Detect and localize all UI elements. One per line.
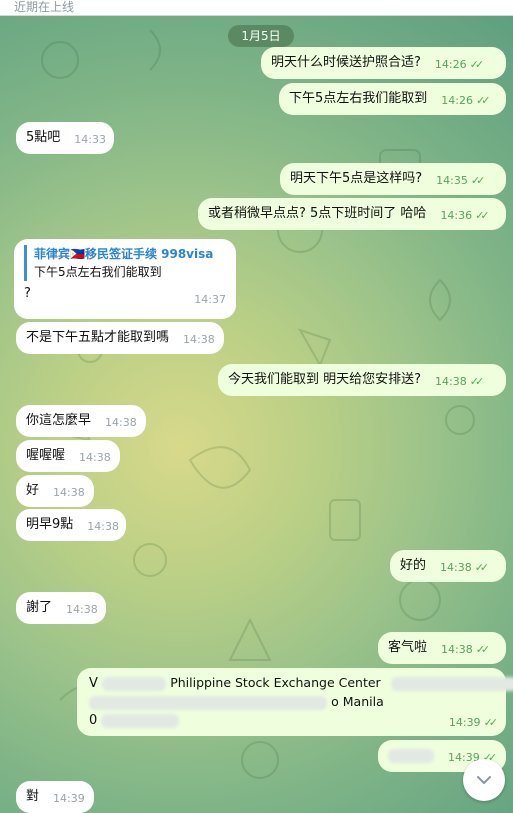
message-bubble-outgoing[interactable]: 好的 14:38 ✓✓: [390, 550, 506, 582]
double-check-icon: ✓✓: [475, 209, 490, 222]
message-text: 客气啦: [388, 640, 428, 655]
double-check-icon: ✓✓: [474, 561, 490, 574]
scroll-to-bottom-button[interactable]: [463, 759, 505, 801]
message-text: 5點吧: [26, 130, 61, 145]
redacted-text: [89, 695, 327, 710]
message-text: 對: [26, 789, 40, 804]
message-time: 14:39: [53, 792, 85, 805]
message-text: 或者稍微早点点? 5点下班时间了 哈哈: [208, 206, 427, 221]
double-check-icon: ✓✓: [475, 643, 491, 656]
double-check-icon: ✓✓: [469, 375, 485, 388]
message-time: 14:38: [53, 486, 85, 499]
message-text: 你這怎麼早: [26, 413, 92, 428]
redacted-text: [388, 748, 434, 763]
message-bubble-incoming[interactable]: 不是下午五點才能取到嗎 14:38: [16, 322, 224, 354]
message-time: 14:35: [436, 174, 468, 187]
message-time: 14:38: [66, 603, 98, 616]
message-bubble-incoming[interactable]: 對 14:39: [16, 781, 94, 813]
message-time: 14:38: [87, 520, 119, 533]
message-time: 14:36: [440, 209, 473, 222]
reply-quoted-text: 下午5点左右我们能取到: [34, 265, 162, 279]
message-text: 下午5点左右我们能取到: [289, 91, 428, 106]
message-bubble-outgoing[interactable]: 客气啦 14:38 ✓✓: [378, 632, 506, 664]
address-line3-prefix: 0: [89, 713, 98, 728]
message-text: 好的: [400, 558, 427, 573]
message-time: 14:26: [441, 94, 473, 107]
message-text: ?: [24, 286, 31, 301]
message-text: 好: [26, 483, 40, 498]
reply-sender-name: 菲律宾🇵🇭移民签证手续 998visa: [34, 247, 214, 261]
message-bubble-outgoing[interactable]: 明天什么时候送护照合适? 14:26 ✓✓: [261, 47, 506, 79]
double-check-icon: ✓✓: [475, 94, 491, 107]
message-bubble-incoming[interactable]: 謝了 14:38: [16, 592, 106, 624]
message-bubble-outgoing-address[interactable]: V Philippine Stock Exchange Center o Man…: [77, 668, 513, 736]
message-bubble-outgoing[interactable]: 下午5点左右我们能取到 14:26 ✓✓: [279, 83, 506, 115]
message-time: 14:37: [194, 293, 226, 306]
message-time: 14:39: [448, 716, 481, 729]
message-bubble-outgoing[interactable]: 明天下午5点是这样吗? 14:35 ✓✓: [280, 163, 506, 195]
message-time: 14:38: [435, 375, 467, 388]
redacted-text: [102, 676, 167, 691]
message-bubble-incoming[interactable]: 明早9點 14:38: [16, 509, 126, 541]
message-text: 明天下午5点是这样吗?: [290, 171, 423, 186]
message-bubble-incoming[interactable]: 好 14:38: [16, 475, 94, 507]
message-bubble-incoming-reply[interactable]: 菲律宾🇵🇭移民签证手续 998visa 下午5点左右我们能取到 ? 14:37: [14, 239, 236, 319]
last-seen-status: 近期在上线: [14, 0, 75, 14]
message-bubble-incoming[interactable]: 5點吧 14:33: [16, 122, 114, 154]
double-check-icon: ✓✓: [483, 716, 499, 729]
chat-status-bar: 近期在上线: [0, 0, 513, 16]
redacted-text: [101, 713, 180, 728]
message-time: 14:33: [74, 133, 106, 146]
date-separator: 1月5日: [228, 25, 294, 47]
message-bubble-incoming[interactable]: 你這怎麼早 14:38: [16, 405, 146, 437]
message-text: 不是下午五點才能取到嗎: [26, 330, 170, 345]
address-line1-text: Philippine Stock Exchange Center: [170, 675, 381, 690]
address-line1-prefix: V: [89, 676, 98, 691]
message-bubble-outgoing[interactable]: 今天我们能取到 明天给您安排送? 14:38 ✓✓: [218, 364, 506, 396]
message-time: 14:38: [440, 561, 472, 574]
address-line2-text: o Manila: [331, 694, 384, 709]
message-time: 14:38: [79, 451, 111, 464]
message-time: 14:38: [105, 416, 137, 429]
double-check-icon: ✓✓: [470, 174, 486, 187]
message-text: 明早9點: [26, 517, 74, 532]
message-bubble-incoming[interactable]: 喔喔喔 14:38: [16, 440, 120, 472]
message-time: 14:26: [434, 58, 467, 71]
message-text: 謝了: [26, 600, 53, 615]
message-bubble-outgoing[interactable]: 或者稍微早点点? 5点下班时间了 哈哈 14:36 ✓✓: [198, 198, 506, 230]
reply-quote[interactable]: 菲律宾🇵🇭移民签证手续 998visa 下午5点左右我们能取到: [24, 245, 226, 281]
message-text: 今天我们能取到 明天给您安排送?: [228, 372, 422, 387]
message-time: 14:38: [183, 333, 215, 346]
message-time: 14:38: [441, 643, 473, 656]
message-text: 喔喔喔: [26, 448, 66, 463]
redacted-text: [390, 676, 513, 691]
double-check-icon: ✓✓: [469, 58, 485, 71]
chevron-down-icon: [477, 776, 491, 784]
message-text: 明天什么时候送护照合适?: [271, 55, 421, 70]
